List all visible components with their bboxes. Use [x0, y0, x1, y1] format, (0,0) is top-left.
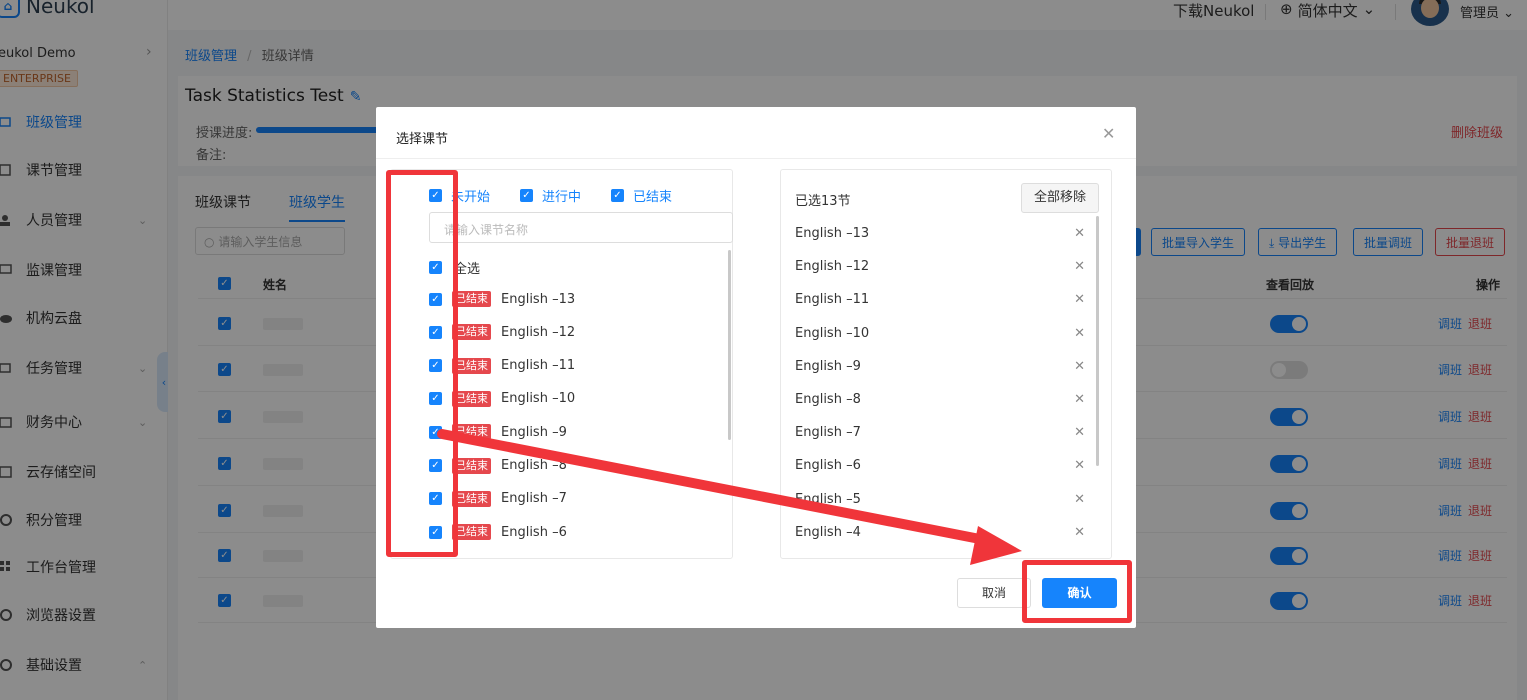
annotation-arrow: [437, 429, 1022, 565]
